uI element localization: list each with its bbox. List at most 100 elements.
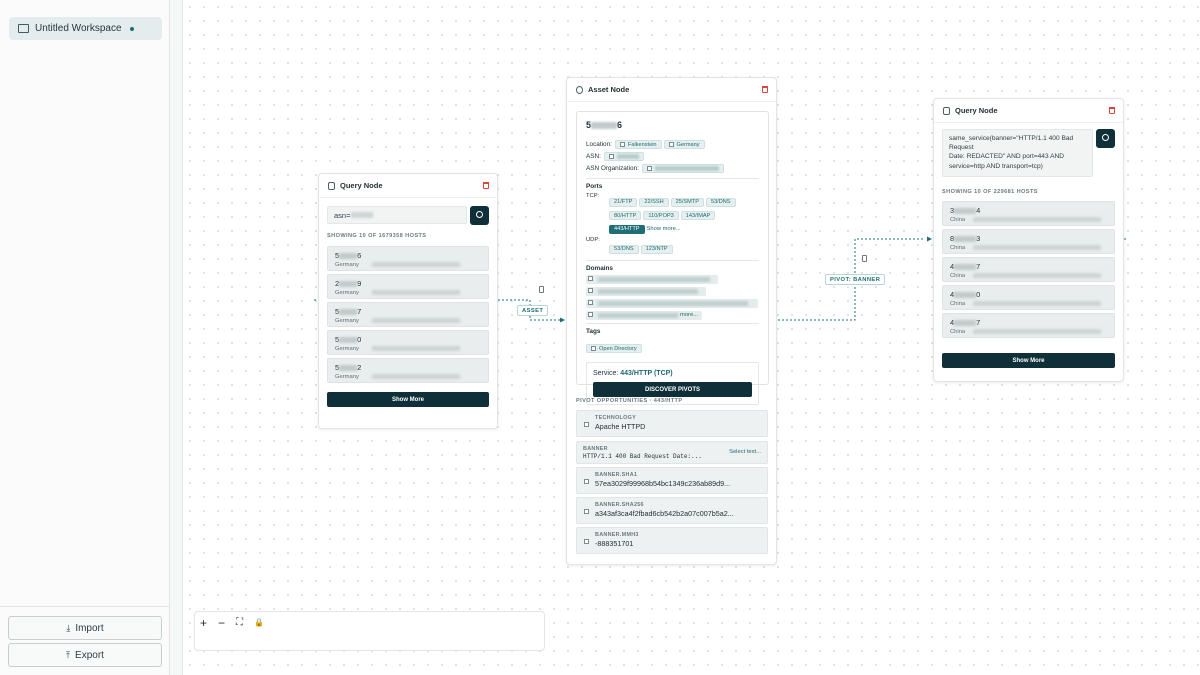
domain-chip[interactable] [586, 287, 706, 296]
import-button[interactable]: ⤓ Import [8, 616, 162, 640]
redacted-value [598, 301, 748, 306]
export-button[interactable]: ⤒ Export [8, 643, 162, 667]
checkbox[interactable] [584, 539, 589, 544]
host-row[interactable]: 40 China [942, 285, 1115, 310]
checkbox[interactable] [646, 166, 652, 171]
host-row[interactable]: 34 China [942, 201, 1115, 226]
ports-title: Ports [586, 183, 603, 190]
asn-row: ASN: [586, 152, 759, 161]
host-row[interactable]: 83 China [942, 229, 1115, 254]
database-icon [943, 106, 950, 115]
asset-node[interactable]: Asset Node 56 Location: Falkenstein Germ… [566, 77, 777, 565]
results-count: SHOWING 10 OF 1679358 HOSTS [327, 233, 427, 239]
asset-ip-end: 6 [617, 120, 623, 130]
redacted-value [339, 309, 358, 316]
checkbox[interactable] [608, 154, 614, 159]
query-input[interactable]: same_service(banner="HTTP/1.1 400 Bad Re… [942, 129, 1093, 177]
fit-view-icon[interactable]: ⛶ [236, 617, 243, 628]
host-list: 34 China 83 China 47 China 40 China 47 C… [942, 201, 1115, 350]
host-row[interactable]: 47 China [942, 257, 1115, 282]
service-row: Service: 443/HTTP (TCP) [593, 370, 752, 377]
port-chip[interactable]: 123/NTP [640, 244, 673, 254]
checkbox[interactable] [584, 422, 589, 427]
show-more-button[interactable]: Show More [942, 353, 1115, 368]
host-row[interactable]: 57 Germany [327, 302, 489, 327]
show-more-ports-link[interactable]: Show more... [647, 226, 681, 232]
import-label: Import [75, 622, 104, 634]
host-row[interactable]: 52 Germany [327, 358, 489, 383]
edge-label-asset[interactable]: ASSET [517, 305, 549, 316]
asn-chip[interactable] [603, 152, 644, 161]
location-country-chip[interactable]: Germany [663, 140, 705, 149]
checkbox[interactable] [591, 346, 596, 351]
domain-chip[interactable]: more... [586, 311, 702, 320]
delete-icon[interactable] [1109, 107, 1115, 114]
checkbox[interactable] [584, 509, 589, 514]
delete-icon[interactable] [762, 86, 768, 93]
pivot-key: BANNER.SHA256 [595, 502, 644, 508]
node-header[interactable]: Query Node [319, 174, 497, 198]
redacted-value [973, 217, 1101, 222]
port-chip[interactable]: 21/FTP [609, 197, 638, 207]
zoom-in-icon[interactable]: + [200, 616, 207, 630]
right-query-node[interactable]: Query Node same_service(banner="HTTP/1.1… [933, 98, 1124, 382]
zoom-out-icon[interactable]: − [218, 616, 225, 630]
pivot-technology[interactable]: TECHNOLOGY Apache HTTPD [576, 410, 768, 437]
host-ip: 0 [976, 290, 981, 299]
asn-org-chip[interactable] [641, 164, 724, 173]
more-domains-link[interactable]: more... [680, 312, 698, 318]
port-chip[interactable]: 143/IMAP [680, 211, 716, 220]
query-input[interactable]: asn= [327, 206, 467, 224]
asn-label: ASN: [586, 153, 601, 160]
checkbox[interactable] [588, 276, 593, 281]
checkbox[interactable] [588, 312, 593, 317]
delete-icon[interactable] [483, 182, 489, 189]
port-chip[interactable]: 25/SMTP [670, 197, 704, 207]
host-row[interactable]: 47 China [942, 313, 1115, 338]
show-more-button[interactable]: Show More [327, 392, 489, 407]
node-header[interactable]: Query Node [934, 99, 1123, 123]
document-icon [862, 255, 867, 262]
select-text-link[interactable]: Select text... [729, 449, 761, 455]
edge-label-pivot[interactable]: PIVOT: BANNER [825, 274, 886, 285]
node-title: Asset Node [588, 85, 630, 94]
lock-icon[interactable]: 🔒 [254, 618, 264, 627]
search-button[interactable] [1096, 129, 1115, 148]
discover-pivots-button[interactable]: DISCOVER PIVOTS [593, 382, 752, 397]
pivot-banner-mmh3[interactable]: BANNER.MMH3 -888351701 [576, 527, 768, 554]
checkbox[interactable] [588, 288, 593, 293]
port-chip-active[interactable]: 443/HTTP [609, 224, 645, 234]
domains-section: Domains more... [586, 260, 759, 320]
checkbox[interactable] [584, 479, 589, 484]
workspace-item[interactable]: Untitled Workspace [9, 17, 162, 40]
host-row[interactable]: 50 Germany [327, 330, 489, 355]
redacted-value [372, 374, 460, 379]
pivot-key: BANNER.SHA1 [595, 472, 638, 478]
port-chip[interactable]: 80/HTTP [609, 211, 642, 220]
port-chip[interactable]: 110/POP3 [643, 211, 679, 220]
export-label: Export [75, 649, 104, 661]
location-city-chip[interactable]: Falkenstein [614, 140, 662, 149]
search-button[interactable] [470, 206, 489, 225]
host-row[interactable]: 29 Germany [327, 274, 489, 299]
left-query-node[interactable]: Query Node asn= SHOWING 10 OF 1679358 HO… [318, 173, 498, 429]
host-row[interactable]: 56 Germany [327, 246, 489, 271]
checkbox[interactable] [668, 142, 674, 147]
pivot-banner-sha256[interactable]: BANNER.SHA256 a343af3ca4f2fbad6cb542b2a0… [576, 497, 768, 524]
domain-chip[interactable] [586, 299, 758, 308]
port-chip[interactable]: 53/DNS [705, 197, 736, 207]
port-chip[interactable]: 22/SSH [639, 197, 669, 207]
tags-title: Tags [586, 328, 601, 335]
checkbox[interactable] [588, 300, 593, 305]
pivot-opportunities-title: PIVOT OPPORTUNITIES · 443/HTTP [576, 398, 683, 404]
domain-chip[interactable] [586, 275, 718, 284]
node-header[interactable]: Asset Node [567, 78, 776, 102]
tag-list: Open Directory [586, 338, 759, 356]
port-chip[interactable]: 53/DNS [609, 244, 639, 254]
host-ip: 7 [976, 318, 981, 327]
checkbox[interactable] [619, 142, 625, 147]
pivot-banner[interactable]: BANNER HTTP/1.1 400 Bad Request Date:...… [576, 441, 768, 464]
redacted-value [954, 320, 977, 327]
tag-chip[interactable]: Open Directory [586, 344, 642, 353]
pivot-banner-sha1[interactable]: BANNER.SHA1 57ea3029f99968b54bc1349c236a… [576, 467, 768, 494]
